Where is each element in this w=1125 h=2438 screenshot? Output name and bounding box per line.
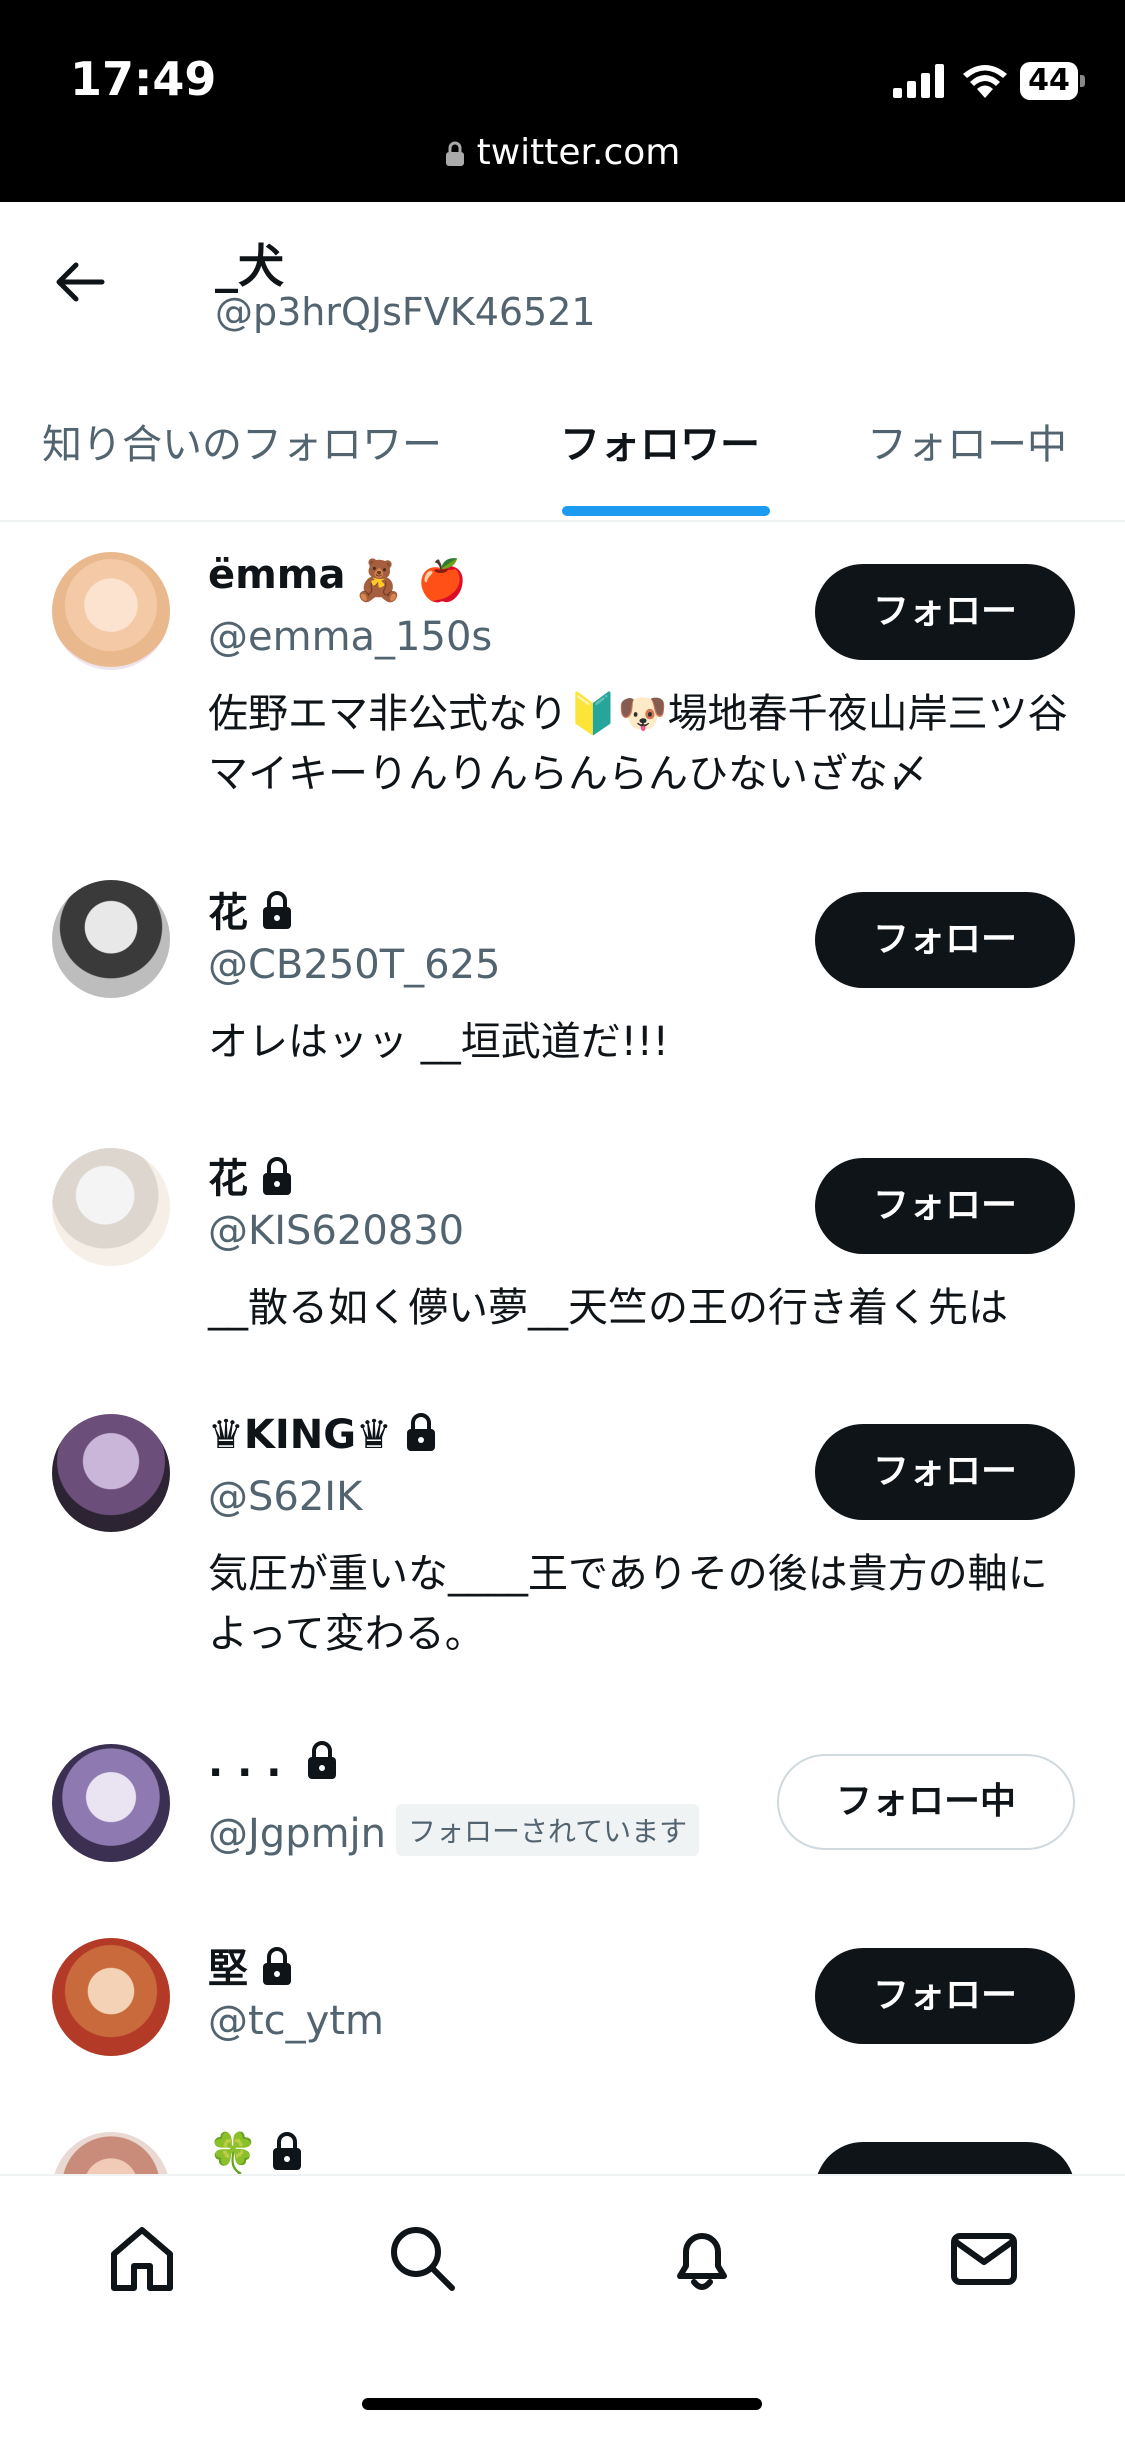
battery-level: 44 (1020, 62, 1078, 100)
protected-lock-icon (263, 1157, 291, 1195)
follower-list: ëmma 🧸 🍎 @emma_150s 佐野エマ非公式なり🔰🐶場地春千夜山岸三ツ谷… (0, 522, 1125, 2174)
home-icon[interactable] (104, 2220, 180, 2296)
profile-name: _犬 (215, 239, 284, 293)
user-handle: @S62IK (208, 1474, 363, 1520)
user-bio: __散る如く儚い夢__天竺の王の行き着く先は (208, 1285, 1008, 1331)
user-handle: @tc_ytm (208, 1998, 384, 2044)
user-name: 花 (208, 880, 294, 938)
following-button[interactable]: フォロー中 (777, 1754, 1075, 1850)
follow-tabs: 知り合いのフォロワー フォロワー フォロー中 (0, 392, 1125, 522)
tab-followers[interactable]: フォロワー (560, 412, 760, 470)
follow-button[interactable]: フォロー (815, 1158, 1075, 1254)
lock-icon (445, 141, 464, 166)
user-name: 堅 (208, 1936, 294, 1994)
user-handle: @CB250T_625 (208, 942, 501, 988)
home-indicator (362, 2398, 762, 2410)
follows-you-badge: フォローされています (396, 1804, 700, 1856)
user-name: 花 (208, 1146, 294, 1204)
back-arrow-icon[interactable] (50, 252, 110, 312)
avatar[interactable] (52, 2132, 170, 2174)
wifi-icon (963, 65, 1007, 98)
search-icon[interactable] (384, 2220, 460, 2296)
tab-followers-you-know[interactable]: 知り合いのフォロワー (42, 412, 442, 470)
profile-header: _犬 @p3hrQJsFVK46521 (0, 202, 1125, 382)
user-name: ♛KING♛ (208, 1412, 438, 1458)
battery-icon: 44 (1020, 62, 1085, 100)
profile-handle: @p3hrQJsFVK46521 (215, 290, 596, 334)
user-name: 🍀 (208, 2130, 304, 2174)
user-name: ëmma 🧸 🍎 (208, 552, 468, 604)
url-text: twitter.com (476, 132, 681, 173)
follow-button[interactable]: フォロー (815, 1424, 1075, 1520)
user-handle: @Jgpmjn フォローされています (208, 1804, 700, 1857)
avatar[interactable] (52, 1744, 170, 1862)
signal-icon (893, 64, 944, 98)
avatar[interactable] (52, 1938, 170, 2056)
active-tab-indicator (562, 506, 770, 516)
user-name: . . . (208, 1740, 339, 1786)
avatar[interactable] (52, 1148, 170, 1266)
avatar[interactable] (52, 1414, 170, 1532)
avatar[interactable] (52, 880, 170, 998)
protected-lock-icon (272, 2132, 301, 2170)
messages-icon[interactable] (946, 2220, 1022, 2296)
follow-button[interactable]: フォロー (815, 564, 1075, 660)
user-bio: 気圧が重いな____王でありその後は貴方の軸によって変わる。 (208, 1551, 1048, 1657)
user-bio: オレはッッ __垣武道だ!!! (208, 1019, 669, 1065)
user-handle: @emma_150s (208, 614, 493, 660)
tab-following[interactable]: フォロー中 (867, 412, 1067, 470)
user-name-emoji: 🧸 🍎 (353, 558, 468, 604)
notifications-icon[interactable] (664, 2220, 740, 2296)
status-time: 17:49 (70, 52, 217, 106)
url-bar[interactable]: twitter.com (0, 132, 1125, 173)
avatar[interactable] (52, 552, 170, 670)
status-bar: 17:49 44 twitter.com (0, 0, 1125, 202)
bottom-nav (0, 2174, 1125, 2438)
follow-button[interactable]: フォロー (815, 892, 1075, 988)
protected-lock-icon (308, 1741, 337, 1779)
user-bio: 佐野エマ非公式なり🔰🐶場地春千夜山岸三ツ谷マイキーりんりんらんらんひないざな〆 (208, 691, 1068, 797)
protected-lock-icon (406, 1413, 435, 1451)
protected-lock-icon (263, 1947, 291, 1985)
protected-lock-icon (263, 891, 291, 929)
follow-button[interactable]: フォロー (815, 1948, 1075, 2044)
follow-button[interactable] (815, 2142, 1075, 2174)
user-handle: @KIS620830 (208, 1208, 465, 1254)
